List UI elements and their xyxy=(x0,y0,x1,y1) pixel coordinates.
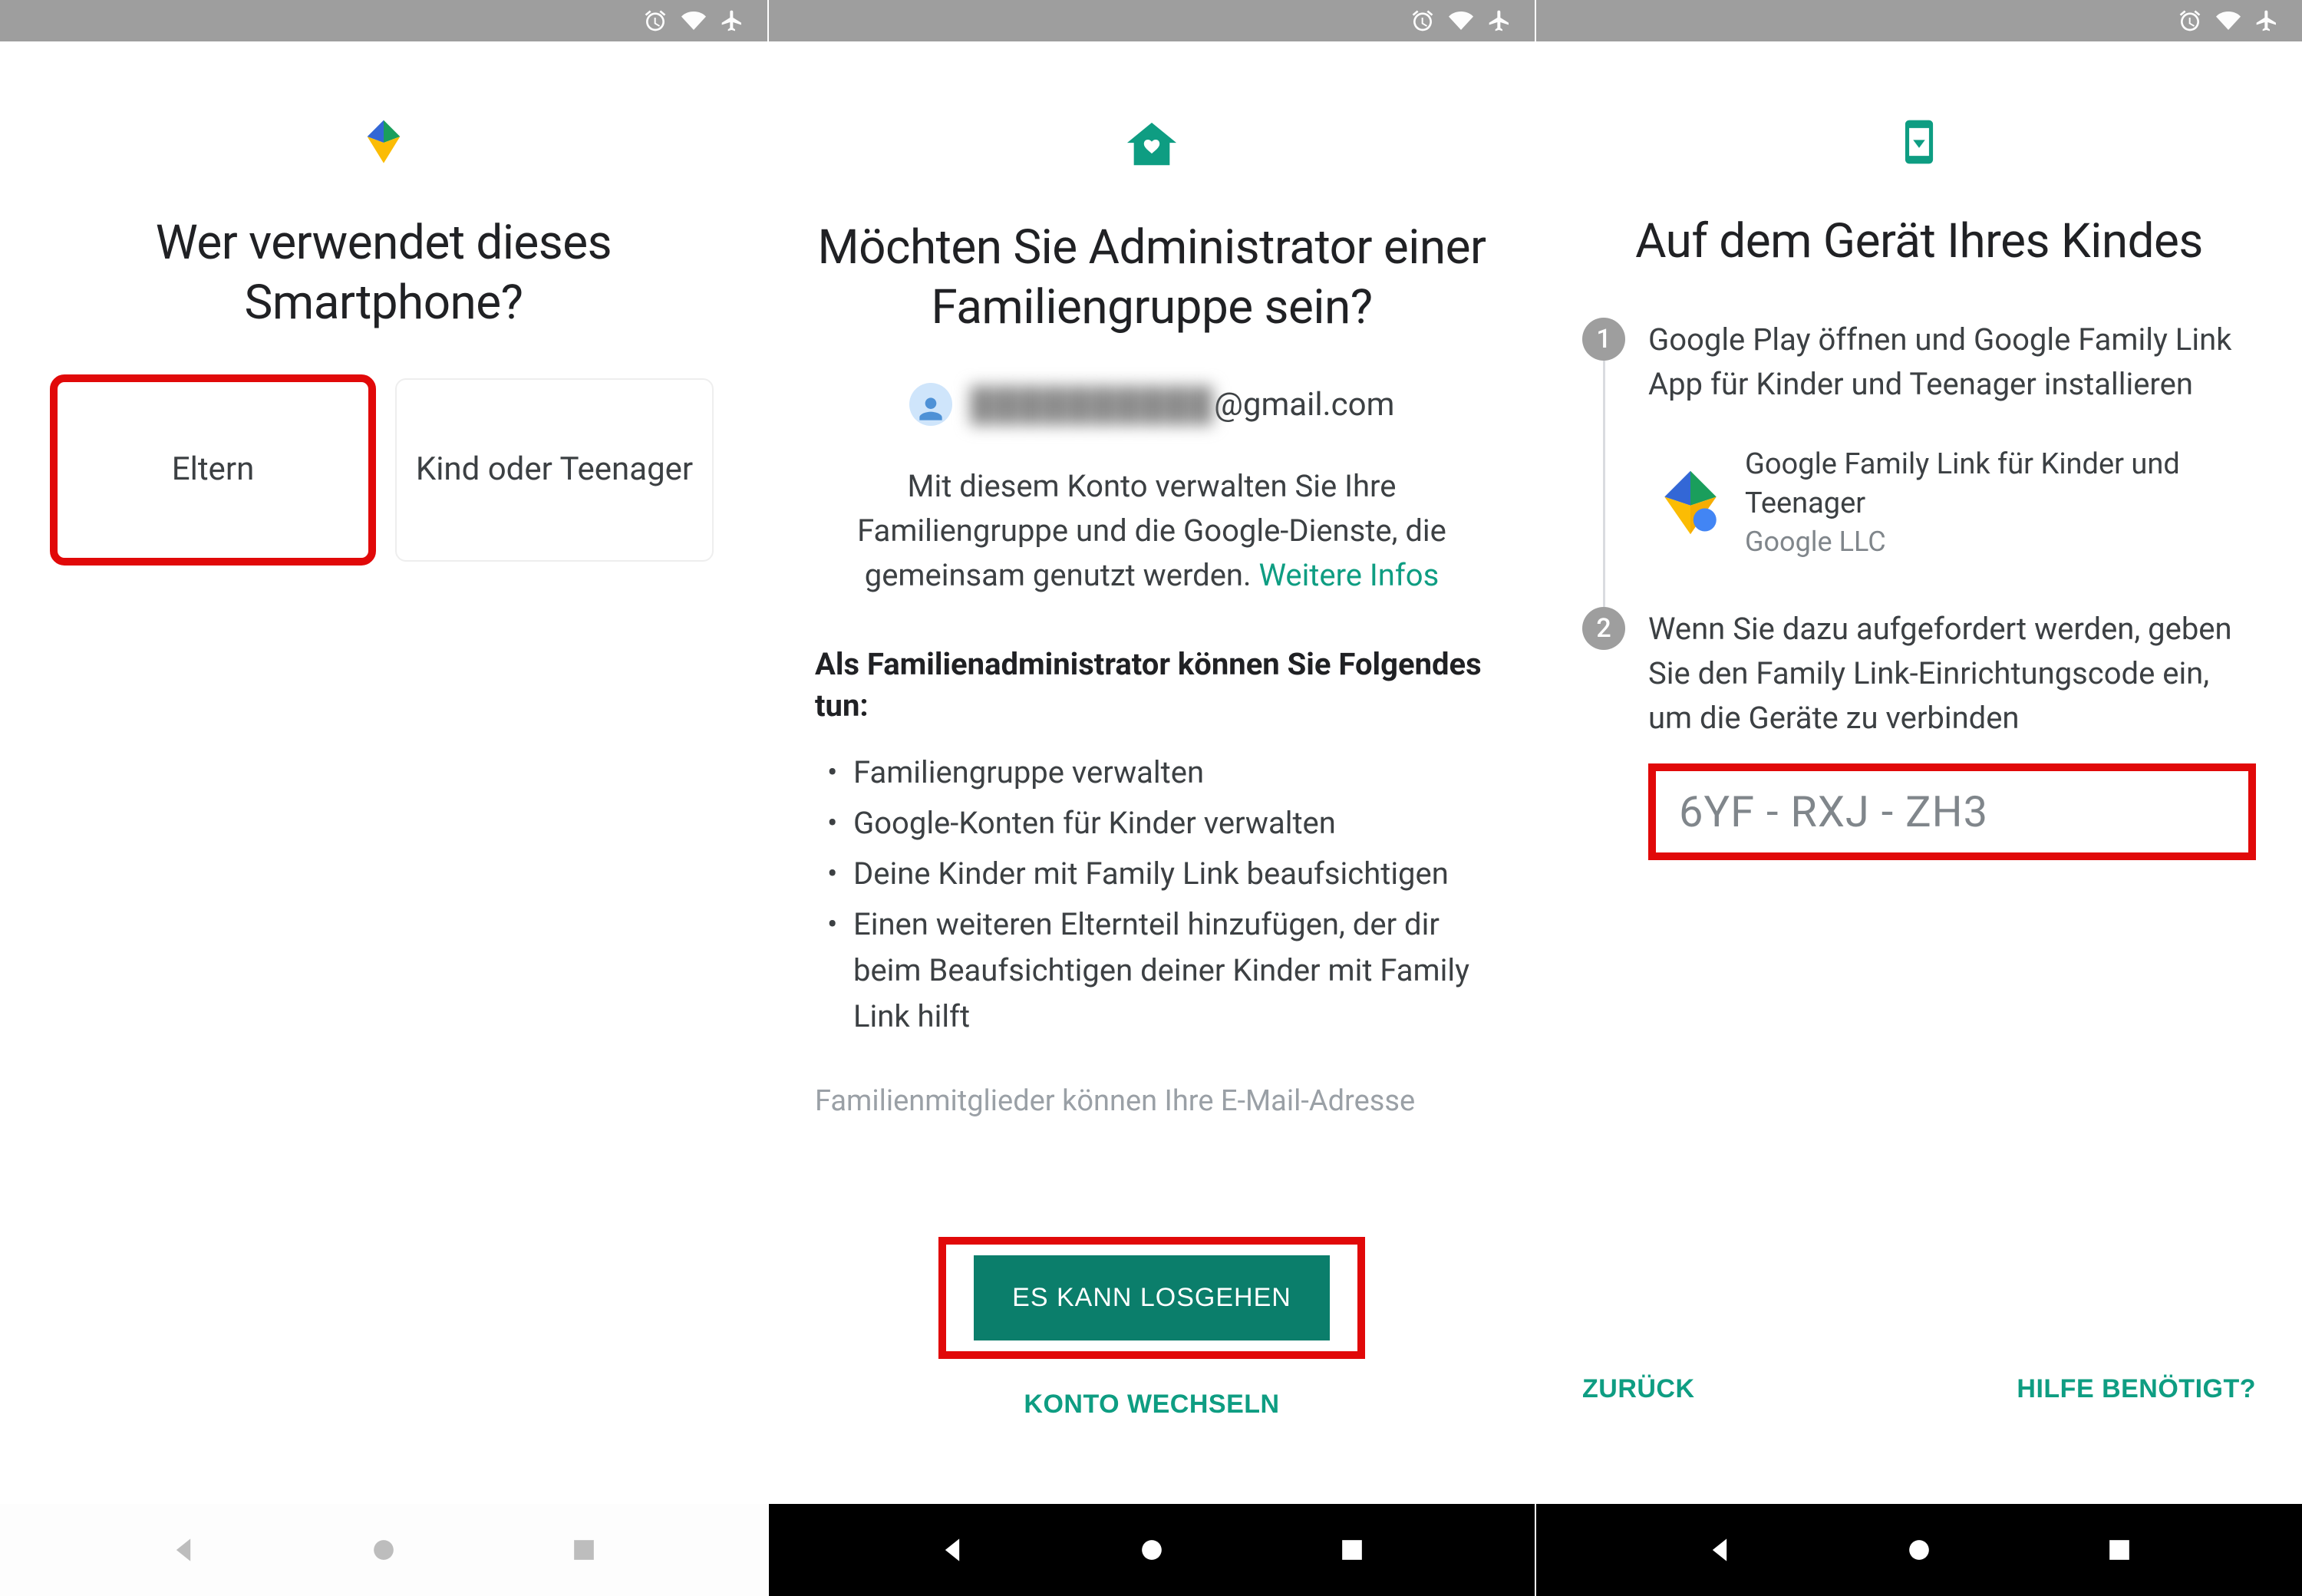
account-row: ██████████@gmail.com xyxy=(909,383,1395,426)
setup-code-highlight: 6YF - RXJ - ZH3 xyxy=(1648,763,2256,860)
capabilities-list: Familiengruppe verwalten Google-Konten f… xyxy=(815,750,1489,1044)
android-nav-bar xyxy=(769,1504,1535,1596)
app-name: Google Family Link für Kinder und Teenag… xyxy=(1745,445,2256,524)
list-item: Familiengruppe verwalten xyxy=(823,750,1489,796)
option-parent[interactable]: Eltern xyxy=(54,378,372,562)
status-bar xyxy=(1536,0,2302,41)
app-publisher: Google LLC xyxy=(1745,523,2256,561)
primary-button-highlight: ES KANN LOSGEHEN xyxy=(946,1245,1357,1351)
screen-who-uses: Wer verwendet dieses Smartphone? Eltern … xyxy=(0,0,767,1596)
family-link-app-icon xyxy=(1656,468,1725,537)
step-number-1: 1 xyxy=(1582,318,1625,361)
nav-back-icon[interactable] xyxy=(1703,1533,1736,1567)
status-bar xyxy=(769,0,1535,41)
page-title: Möchten Sie Administrator einer Familien… xyxy=(815,218,1489,337)
screen-family-admin: Möchten Sie Administrator einer Familien… xyxy=(767,0,1535,1596)
airplane-icon xyxy=(1487,8,1512,33)
step-1: 1 Google Play öffnen und Google Family L… xyxy=(1582,318,2256,607)
alarm-icon xyxy=(643,8,668,33)
app-listing[interactable]: Google Family Link für Kinder und Teenag… xyxy=(1648,445,2256,561)
step-2: 2 Wenn Sie dazu aufgefordert werden, geb… xyxy=(1582,607,2256,860)
get-started-button[interactable]: ES KANN LOSGEHEN xyxy=(974,1255,1330,1340)
alarm-icon xyxy=(2178,8,2202,33)
step-1-text: Google Play öffnen und Google Family Lin… xyxy=(1648,318,2256,407)
nav-home-icon[interactable] xyxy=(367,1533,401,1567)
switch-account-button[interactable]: KONTO WECHSELN xyxy=(1024,1390,1279,1420)
airplane-icon xyxy=(2254,8,2279,33)
wifi-icon xyxy=(1449,8,1473,33)
nav-recent-icon[interactable] xyxy=(2102,1533,2136,1567)
truncated-note: Familienmitglieder können Ihre E-Mail-Ad… xyxy=(815,1081,1415,1122)
nav-back-icon[interactable] xyxy=(167,1533,200,1567)
list-item: Google-Konten für Kinder verwalten xyxy=(823,800,1489,846)
screen-child-device: Auf dem Gerät Ihres Kindes 1 Google Play… xyxy=(1535,0,2302,1596)
nav-home-icon[interactable] xyxy=(1902,1533,1936,1567)
nav-home-icon[interactable] xyxy=(1135,1533,1169,1567)
account-email: ██████████@gmail.com xyxy=(971,386,1395,424)
phone-download-icon xyxy=(1895,118,1943,166)
nav-recent-icon[interactable] xyxy=(567,1533,601,1567)
capabilities-heading: Als Familienadministrator können Sie Fol… xyxy=(815,644,1489,727)
wifi-icon xyxy=(681,8,706,33)
alarm-icon xyxy=(1410,8,1435,33)
page-title: Wer verwendet dieses Smartphone? xyxy=(46,213,721,332)
list-item: Deine Kinder mit Family Link beaufsichti… xyxy=(823,851,1489,897)
nav-recent-icon[interactable] xyxy=(1335,1533,1369,1567)
android-nav-bar xyxy=(1536,1504,2302,1596)
step-2-text: Wenn Sie dazu aufgefordert werden, geben… xyxy=(1648,607,2256,740)
avatar-icon xyxy=(909,383,952,426)
family-link-kite-icon xyxy=(359,118,408,167)
page-title: Auf dem Gerät Ihres Kindes xyxy=(1635,212,2203,272)
back-button[interactable]: ZURÜCK xyxy=(1582,1374,1695,1404)
android-nav-bar xyxy=(0,1504,767,1596)
list-item: Einen weiteren Elternteil hinzufügen, de… xyxy=(823,902,1489,1040)
step-number-2: 2 xyxy=(1582,607,1625,650)
airplane-icon xyxy=(720,8,744,33)
wifi-icon xyxy=(2216,8,2241,33)
setup-code: 6YF - RXJ - ZH3 xyxy=(1679,786,2225,837)
more-info-link[interactable]: Weitere Infos xyxy=(1258,557,1439,593)
house-heart-icon xyxy=(1125,118,1179,172)
option-child[interactable]: Kind oder Teenager xyxy=(395,378,714,562)
status-bar xyxy=(0,0,767,41)
description-text: Mit diesem Konto verwalten Sie Ihre Fami… xyxy=(826,464,1478,598)
nav-back-icon[interactable] xyxy=(935,1533,969,1567)
help-button[interactable]: HILFE BENÖTIGT? xyxy=(2017,1374,2256,1404)
